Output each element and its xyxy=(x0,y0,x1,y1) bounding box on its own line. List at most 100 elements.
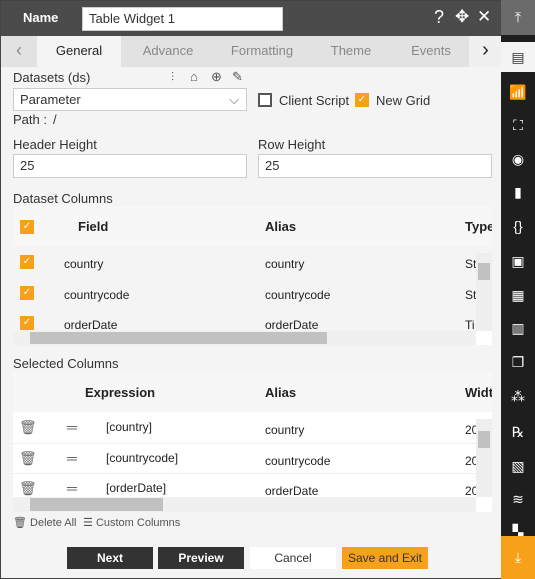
expression-cell: [orderDate] xyxy=(106,481,167,495)
field-cell: countrycode xyxy=(64,288,130,302)
row-height-input[interactable]: 25 xyxy=(258,154,492,178)
width-cell: 20 xyxy=(465,484,476,498)
image-icon[interactable]: ▣ xyxy=(501,246,535,276)
name-label: Name xyxy=(23,10,59,25)
drag-handle-icon[interactable]: ═ xyxy=(67,480,77,496)
tab-general[interactable]: General xyxy=(37,36,121,67)
path-value: / xyxy=(53,112,57,127)
tab-events[interactable]: Events xyxy=(393,36,469,67)
list-icon: ☰ xyxy=(83,517,93,529)
header-height-input[interactable]: 25 xyxy=(13,154,247,178)
tabs-prev-button[interactable]: ‹ xyxy=(1,36,37,67)
copy-icon[interactable]: ❐ xyxy=(501,347,535,377)
client-script-label: Client Script xyxy=(279,93,350,108)
properties-icon[interactable]: ▤ xyxy=(501,42,535,72)
header-width: Widt xyxy=(465,385,492,400)
cancel-button[interactable]: Cancel xyxy=(250,547,336,569)
filter-icon[interactable]: ⫶ xyxy=(171,70,174,85)
dataset-select[interactable]: Parameter ⌵ xyxy=(13,88,247,111)
tabs-next-button[interactable]: › xyxy=(469,36,502,67)
formula-icon[interactable]: ℞ xyxy=(501,417,535,447)
alias-cell: orderDate xyxy=(265,484,319,498)
type-cell: St xyxy=(465,288,476,302)
grid-icon[interactable]: ▚ xyxy=(501,517,535,536)
dataset-columns-title: Dataset Columns xyxy=(13,191,113,206)
bar-chart-icon[interactable]: ▥ xyxy=(501,313,535,343)
collapse-up-icon[interactable]: ⤒ xyxy=(501,0,535,35)
map-icon[interactable]: ⛶ xyxy=(501,110,535,140)
next-button[interactable]: Next xyxy=(67,547,153,569)
selected-columns-table: Expression Alias Widt 🗑 ═ [country] coun… xyxy=(13,372,492,512)
add-icon[interactable]: ⊕ xyxy=(211,69,222,85)
preview-button[interactable]: Preview xyxy=(158,547,244,569)
document-chart-icon[interactable]: ◉ xyxy=(501,144,535,174)
table-icon[interactable]: ▦ xyxy=(501,280,535,310)
tab-theme[interactable]: Theme xyxy=(309,36,393,67)
file-icon[interactable]: ▮ xyxy=(501,177,535,207)
help-icon[interactable]: ? xyxy=(434,7,444,28)
select-all-checkbox[interactable]: ✓ xyxy=(20,220,34,234)
edit-icon[interactable]: ✎ xyxy=(232,69,243,85)
home-icon[interactable]: ⌂ xyxy=(190,69,198,84)
delete-all-button[interactable]: 🗑 Delete All xyxy=(13,516,77,529)
dataset-columns-table: ✓ Field Alias Type ✓ country country St … xyxy=(13,206,492,346)
vertical-scrollbar[interactable] xyxy=(476,253,492,331)
trash-icon[interactable]: 🗑 xyxy=(19,419,37,436)
client-script-checkbox[interactable] xyxy=(258,93,272,107)
datasets-label: Datasets (ds) xyxy=(13,70,91,85)
row-checkbox[interactable]: ✓ xyxy=(20,286,34,300)
alias-cell: orderDate xyxy=(265,318,319,332)
new-grid-label: New Grid xyxy=(376,93,431,108)
close-icon[interactable]: ✕ xyxy=(477,7,491,27)
type-cell: Ti xyxy=(465,318,475,332)
dataset-value: Parameter xyxy=(20,92,81,107)
header-field: Field xyxy=(78,219,109,234)
panel-header: Name Table Widget 1 ? ✥ ✕ xyxy=(1,1,502,36)
name-input[interactable]: Table Widget 1 xyxy=(82,7,283,31)
chart-icon[interactable]: 📶 xyxy=(501,77,535,107)
row-height-label: Row Height xyxy=(258,137,326,152)
header-alias: Alias xyxy=(265,385,297,400)
tab-formatting[interactable]: Formatting xyxy=(215,36,309,67)
properties-panel: Name Table Widget 1 ? ✥ ✕ ‹ General Adva… xyxy=(0,0,502,579)
right-toolbar: ⤒ ▤ 📶 ⛶ ◉ ▮ {} ▣ ▦ ▥ ❐ ⁂ ℞ ▧ ≋ ▚ ⤓ xyxy=(501,0,535,579)
download-icon[interactable]: ⤓ xyxy=(501,536,535,579)
vertical-scrollbar[interactable] xyxy=(476,419,492,497)
trash-icon[interactable]: 🗑 xyxy=(19,480,37,497)
expression-cell: [countrycode] xyxy=(106,451,179,465)
header-height-label: Header Height xyxy=(13,137,97,152)
header-type: Type xyxy=(465,219,492,234)
path-label: Path : xyxy=(13,112,47,127)
move-icon[interactable]: ✥ xyxy=(455,7,469,27)
expression-cell: [country] xyxy=(106,420,153,434)
code-braces-icon[interactable]: {} xyxy=(501,211,535,241)
drag-handle-icon[interactable]: ═ xyxy=(67,419,77,435)
alias-cell: country xyxy=(265,423,305,437)
row-checkbox[interactable]: ✓ xyxy=(20,255,34,269)
drag-handle-icon[interactable]: ═ xyxy=(67,450,77,466)
field-cell: orderDate xyxy=(64,318,118,332)
custom-columns-button[interactable]: ☰ Custom Columns xyxy=(83,516,180,529)
delete-all-label: Delete All xyxy=(30,517,77,529)
horizontal-scrollbar[interactable] xyxy=(13,497,476,512)
alias-cell: country xyxy=(265,257,305,271)
layers-icon[interactable]: ≋ xyxy=(501,484,535,514)
tab-advance[interactable]: Advance xyxy=(121,36,215,67)
alias-cell: countrycode xyxy=(265,454,331,468)
type-cell: St xyxy=(465,257,476,271)
tab-bar: ‹ General Advance Formatting Theme Event… xyxy=(1,36,502,67)
save-icon[interactable]: ▧ xyxy=(501,451,535,481)
custom-columns-label: Custom Columns xyxy=(95,517,181,529)
horizontal-scrollbar[interactable] xyxy=(13,331,476,345)
trash-icon[interactable]: 🗑 xyxy=(19,450,37,467)
field-cell: country xyxy=(64,257,104,271)
trash-icon: 🗑 xyxy=(13,517,27,529)
cubes-icon[interactable]: ⁂ xyxy=(501,381,535,411)
width-cell: 20 xyxy=(465,454,476,468)
new-grid-checkbox[interactable]: ✓ xyxy=(355,93,369,107)
alias-cell: countrycode xyxy=(265,288,331,302)
save-and-exit-button[interactable]: Save and Exit xyxy=(342,547,428,569)
selected-columns-title: Selected Columns xyxy=(13,356,119,371)
row-checkbox[interactable]: ✓ xyxy=(20,316,34,330)
header-alias: Alias xyxy=(265,219,297,234)
